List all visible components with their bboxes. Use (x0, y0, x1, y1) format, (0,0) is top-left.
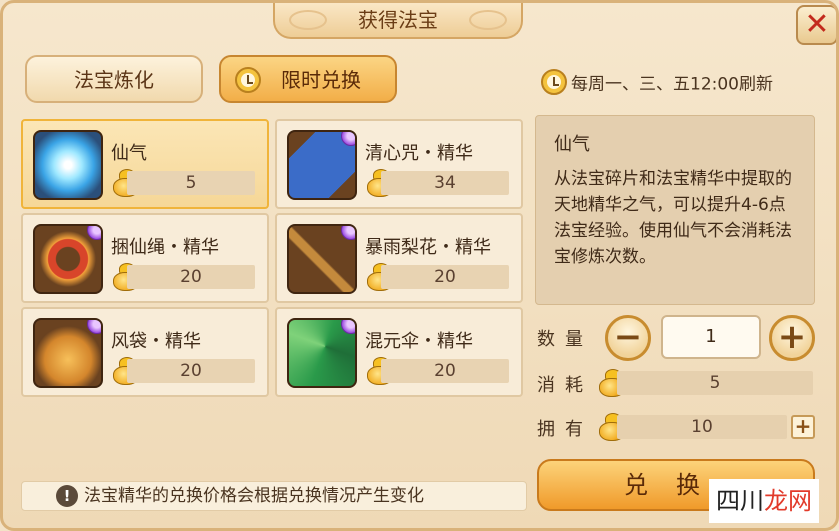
minus-icon: − (613, 317, 643, 357)
item-name: 捆仙绳・精华 (111, 237, 219, 258)
refresh-text: 每周一、三、五12:00刷新 (571, 74, 773, 95)
watermark-text: 龙网 (764, 487, 812, 515)
price-notice: ! 法宝精华的兑换价格会根据兑换情况产生变化 (21, 481, 527, 511)
watermark-logo: 四川龙网 (709, 479, 819, 523)
add-currency-button[interactable]: + (791, 415, 815, 439)
wind-bag-icon (33, 318, 103, 388)
item-card[interactable]: 仙气 5 (21, 119, 269, 209)
tab-limited-exchange[interactable]: 限时兑换 (219, 55, 397, 103)
dialog-panel: 获得法宝 ✕ 法宝炼化 限时兑换 每周一、三、五12:00刷新 仙气 5 清心咒… (0, 0, 839, 531)
tab-refine[interactable]: 法宝炼化 (25, 55, 203, 103)
rarity-badge-icon (341, 320, 355, 334)
item-card[interactable]: 捆仙绳・精华 20 (21, 213, 269, 303)
spirit-cloud-icon (33, 130, 103, 200)
dialog-title-bar: 获得法宝 (273, 3, 523, 39)
decrease-button[interactable]: − (605, 315, 651, 361)
owned-label: 拥有 (537, 419, 593, 440)
item-detail-panel: 仙气 从法宝碎片和法宝精华中提取的天地精华之气，可以提升4-6点法宝经验。使用仙… (535, 115, 815, 305)
exclamation-icon: ! (56, 485, 78, 507)
rarity-badge-icon (341, 226, 355, 240)
item-cost: 5 (127, 171, 255, 195)
clock-icon (541, 69, 567, 95)
plus-icon: + (777, 317, 807, 357)
detail-title: 仙气 (554, 134, 590, 155)
consume-label: 消耗 (537, 375, 593, 396)
rarity-badge-icon (87, 226, 101, 240)
item-cost: 20 (381, 265, 509, 289)
item-card[interactable]: 清心咒・精华 34 (275, 119, 523, 209)
increase-button[interactable]: + (769, 315, 815, 361)
item-name: 清心咒・精华 (365, 143, 473, 164)
item-cost: 34 (381, 171, 509, 195)
item-name: 风袋・精华 (111, 331, 201, 352)
refresh-schedule: 每周一、三、五12:00刷新 (541, 69, 773, 95)
item-card[interactable]: 混元伞・精华 20 (275, 307, 523, 397)
quantity-label: 数量 (537, 329, 593, 350)
detail-description: 从法宝碎片和法宝精华中提取的天地精华之气，可以提升4-6点法宝经验。使用仙气不会… (554, 169, 792, 267)
cloud-ornament-icon (289, 10, 327, 30)
owned-value: 10 (617, 415, 787, 439)
quantity-input[interactable]: 1 (661, 315, 761, 359)
item-name: 暴雨梨花・精华 (365, 237, 491, 258)
dialog-title: 获得法宝 (358, 8, 438, 32)
item-name: 混元伞・精华 (365, 331, 473, 352)
crossbow-icon (287, 224, 357, 294)
item-name: 仙气 (111, 143, 147, 164)
rarity-badge-icon (341, 132, 355, 146)
notice-text: 法宝精华的兑换价格会根据兑换情况产生变化 (84, 486, 424, 506)
consume-value: 5 (617, 371, 813, 395)
close-button[interactable]: ✕ (796, 5, 836, 45)
item-cost: 20 (127, 265, 255, 289)
close-icon: ✕ (804, 7, 830, 42)
tab-label: 限时兑换 (281, 68, 361, 92)
item-grid: 仙气 5 清心咒・精华 34 捆仙绳・精华 20 暴雨梨花・精华 20 风袋・精… (21, 119, 527, 397)
watermark-text: 四川 (716, 487, 764, 515)
item-cost: 20 (381, 359, 509, 383)
item-card[interactable]: 风袋・精华 20 (21, 307, 269, 397)
item-cost: 20 (127, 359, 255, 383)
rope-icon (33, 224, 103, 294)
rarity-badge-icon (87, 320, 101, 334)
scripture-book-icon (287, 130, 357, 200)
item-card[interactable]: 暴雨梨花・精华 20 (275, 213, 523, 303)
cloud-ornament-icon (469, 10, 507, 30)
clock-icon (235, 67, 261, 93)
plus-icon: + (794, 414, 812, 438)
umbrella-icon (287, 318, 357, 388)
